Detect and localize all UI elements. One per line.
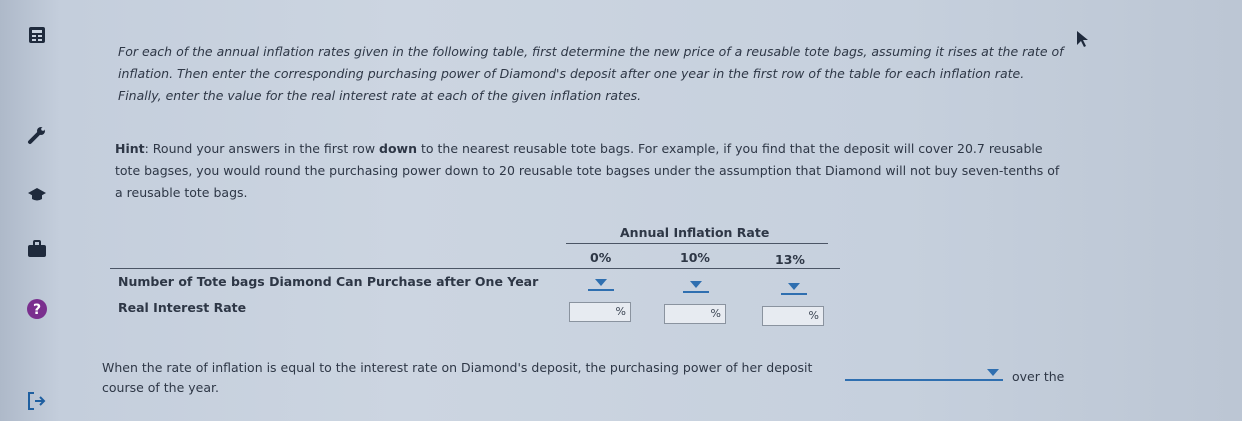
final-question-line-2: course of the year. xyxy=(102,380,219,395)
hint-text-2: to the nearest reusable tote bags. For e… xyxy=(417,141,1043,156)
chevron-down-icon xyxy=(987,369,999,376)
instructions-line-3: Finally, enter the value for the real in… xyxy=(118,88,642,103)
hint-line-2: tote bagses, you would round the purchas… xyxy=(115,163,1060,178)
column-header-0: 0% xyxy=(590,250,612,265)
real-rate-input-13[interactable]: % xyxy=(762,306,824,326)
group-header-rule xyxy=(566,243,828,244)
cursor-icon xyxy=(1077,31,1088,47)
chevron-down-icon xyxy=(788,283,800,290)
hint-line-1: Hint: Round your answers in the first ro… xyxy=(115,138,1115,160)
hint-label: Hint xyxy=(115,141,145,156)
header-rule xyxy=(110,268,840,269)
instructions-paragraph: For each of the annual inflation rates g… xyxy=(118,41,1118,107)
percent-unit: % xyxy=(710,307,721,320)
percent-unit: % xyxy=(808,309,819,322)
hint-text-1: : Round your answers in the first row xyxy=(144,141,380,156)
final-question-after: over the xyxy=(1012,369,1065,384)
purchasing-power-dropdown-10[interactable] xyxy=(683,279,709,293)
column-header-10: 10% xyxy=(680,250,710,265)
column-header-13: 13% xyxy=(775,252,805,267)
percent-unit: % xyxy=(615,305,626,318)
chevron-down-icon xyxy=(690,281,702,288)
purchasing-power-dropdown-0[interactable] xyxy=(588,277,614,291)
hint-paragraph: Hint: Round your answers in the first ro… xyxy=(115,138,1115,204)
instructions-line-2: inflation. Then enter the corresponding … xyxy=(118,66,1025,81)
group-header: Annual Inflation Rate xyxy=(620,225,770,240)
hint-emphasis: down xyxy=(379,141,417,156)
real-rate-input-10[interactable]: % xyxy=(664,304,726,324)
purchasing-power-change-dropdown[interactable] xyxy=(845,367,1003,381)
hint-line-3: a reusable tote bags. xyxy=(115,185,248,200)
row-label-real-interest-rate: Real Interest Rate xyxy=(118,300,247,315)
question-content: For each of the annual inflation rates g… xyxy=(0,0,1242,421)
purchasing-power-dropdown-13[interactable] xyxy=(781,281,807,295)
real-rate-input-0[interactable]: % xyxy=(569,302,631,322)
page: ? For each of the annual inflation rates… xyxy=(0,0,1242,421)
row-label-purchasing-power: Number of Tote bags Diamond Can Purchase… xyxy=(118,274,539,289)
chevron-down-icon xyxy=(595,279,607,286)
instructions-line-1: For each of the annual inflation rates g… xyxy=(118,44,1064,59)
